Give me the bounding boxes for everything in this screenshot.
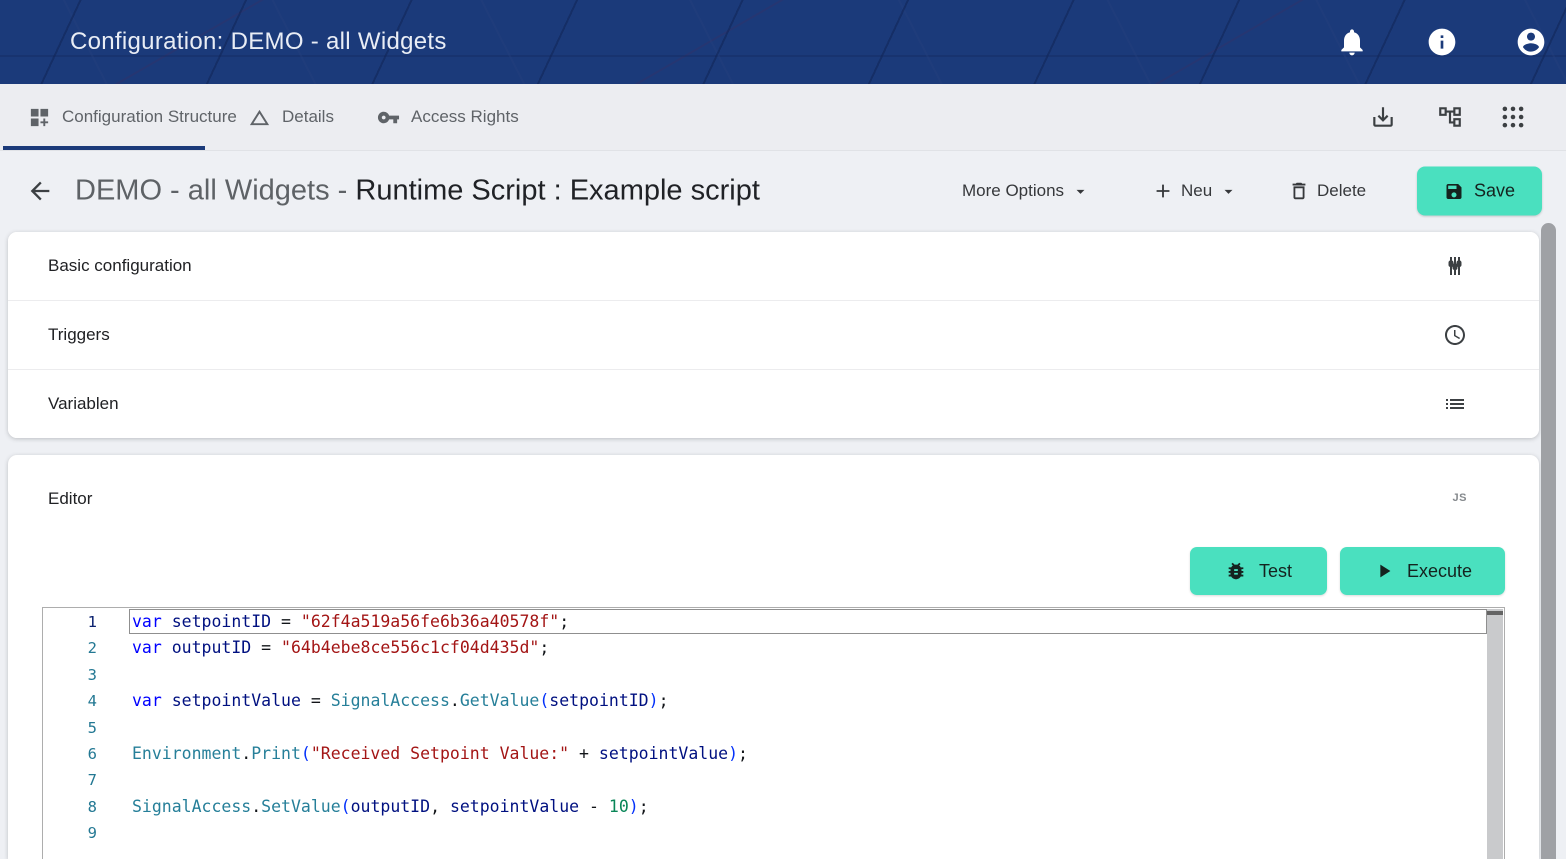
test-button[interactable]: Test [1190, 547, 1327, 595]
play-icon [1373, 560, 1395, 582]
section-variablen[interactable]: Variablen [8, 369, 1539, 438]
code-editor[interactable]: 1var setpointID = "62f4a519a56fe6b36a405… [42, 607, 1505, 859]
apps-grid-icon[interactable] [1500, 104, 1526, 130]
editor-scrollbar[interactable] [1487, 609, 1503, 859]
editor-card: Editor JS Test Execute 1var setpointID =… [8, 455, 1539, 859]
section-label: Basic configuration [48, 256, 1443, 276]
code-line-9: 9 [43, 820, 1487, 846]
code-line-4: 4var setpointValue = SignalAccess.GetVal… [43, 688, 1487, 714]
plus-icon [1152, 180, 1174, 202]
bug-icon [1225, 560, 1247, 582]
breadcrumb: DEMO - all Widgets - [75, 175, 355, 207]
line-number: 9 [43, 820, 129, 846]
code-line-7: 7 [43, 767, 1487, 793]
app-header: Configuration: DEMO - all Widgets [0, 0, 1566, 84]
code-line-1: 1var setpointID = "62f4a519a56fe6b36a405… [43, 609, 1487, 635]
dashboard-customize-icon [28, 106, 51, 129]
account-circle-icon[interactable] [1515, 26, 1547, 58]
line-number: 1 [43, 609, 129, 635]
code-line-5: 5 [43, 715, 1487, 741]
tab-label: Details [282, 107, 334, 127]
page-title: DEMO - all Widgets - Runtime Script : Ex… [75, 175, 760, 208]
save-label: Save [1474, 181, 1515, 202]
key-icon [377, 106, 400, 129]
back-arrow-icon[interactable] [26, 177, 54, 205]
tab-access-rights[interactable]: Access Rights [377, 84, 519, 150]
notifications-bell-icon[interactable] [1336, 26, 1368, 58]
language-badge: JS [1453, 492, 1467, 504]
page-scrollbar-thumb[interactable] [1541, 223, 1556, 859]
execute-label: Execute [1407, 561, 1472, 582]
test-label: Test [1259, 561, 1292, 582]
app-title: Configuration: DEMO - all Widgets [70, 28, 447, 56]
code-line-3: 3 [43, 662, 1487, 688]
editor-section-label: Editor [48, 489, 92, 509]
code-line-8: 8SignalAccess.SetValue(outputID, setpoin… [43, 794, 1487, 820]
tab-bar: Configuration Structure Details Access R… [0, 84, 1566, 151]
code-area: 1var setpointID = "62f4a519a56fe6b36a405… [43, 609, 1487, 859]
toolbar-row: DEMO - all Widgets - Runtime Script : Ex… [0, 150, 1566, 232]
section-triggers[interactable]: Triggers [8, 300, 1539, 369]
tune-sliders-icon [1443, 254, 1467, 278]
account-tree-icon[interactable] [1437, 104, 1463, 130]
active-tab-underline [3, 146, 205, 150]
clock-icon [1443, 323, 1467, 347]
section-label: Variablen [48, 394, 1443, 414]
app-window: Configuration: DEMO - all Widgets Config… [0, 0, 1566, 859]
sections-card: Basic configuration Triggers Variablen [8, 232, 1539, 438]
execute-button[interactable]: Execute [1340, 547, 1505, 595]
line-number: 3 [43, 662, 129, 688]
tab-label: Configuration Structure [62, 107, 237, 127]
cursor-overview-marker [1487, 611, 1503, 615]
save-button[interactable]: Save [1417, 167, 1542, 216]
code-line-2: 2var outputID = "64b4ebe8ce556c1cf04d435… [43, 635, 1487, 661]
save-floppy-icon [1444, 181, 1464, 201]
neu-label: Neu [1181, 181, 1212, 201]
delete-label: Delete [1317, 181, 1366, 201]
line-number: 5 [43, 715, 129, 741]
download-icon[interactable] [1370, 104, 1396, 130]
more-options-button[interactable]: More Options [962, 181, 1090, 201]
line-number: 8 [43, 794, 129, 820]
section-label: Triggers [48, 325, 1443, 345]
neu-button[interactable]: Neu [1152, 180, 1238, 202]
page-title-main: Runtime Script : Example script [355, 175, 760, 207]
code-line-6: 6Environment.Print("Received Setpoint Va… [43, 741, 1487, 767]
line-number: 4 [43, 688, 129, 714]
line-number: 7 [43, 767, 129, 793]
info-icon[interactable] [1426, 26, 1458, 58]
tab-details[interactable]: Details [248, 84, 334, 150]
trash-icon [1288, 180, 1310, 202]
section-basic-configuration[interactable]: Basic configuration [8, 232, 1539, 300]
tab-configuration-structure[interactable]: Configuration Structure [28, 84, 237, 150]
more-options-label: More Options [962, 181, 1064, 201]
chevron-down-icon [1219, 182, 1238, 201]
tab-label: Access Rights [411, 107, 519, 127]
delete-button[interactable]: Delete [1288, 180, 1366, 202]
list-icon [1443, 392, 1467, 416]
line-number: 2 [43, 635, 129, 661]
line-number: 6 [43, 741, 129, 767]
triangle-icon [248, 106, 271, 129]
chevron-down-icon [1071, 182, 1090, 201]
